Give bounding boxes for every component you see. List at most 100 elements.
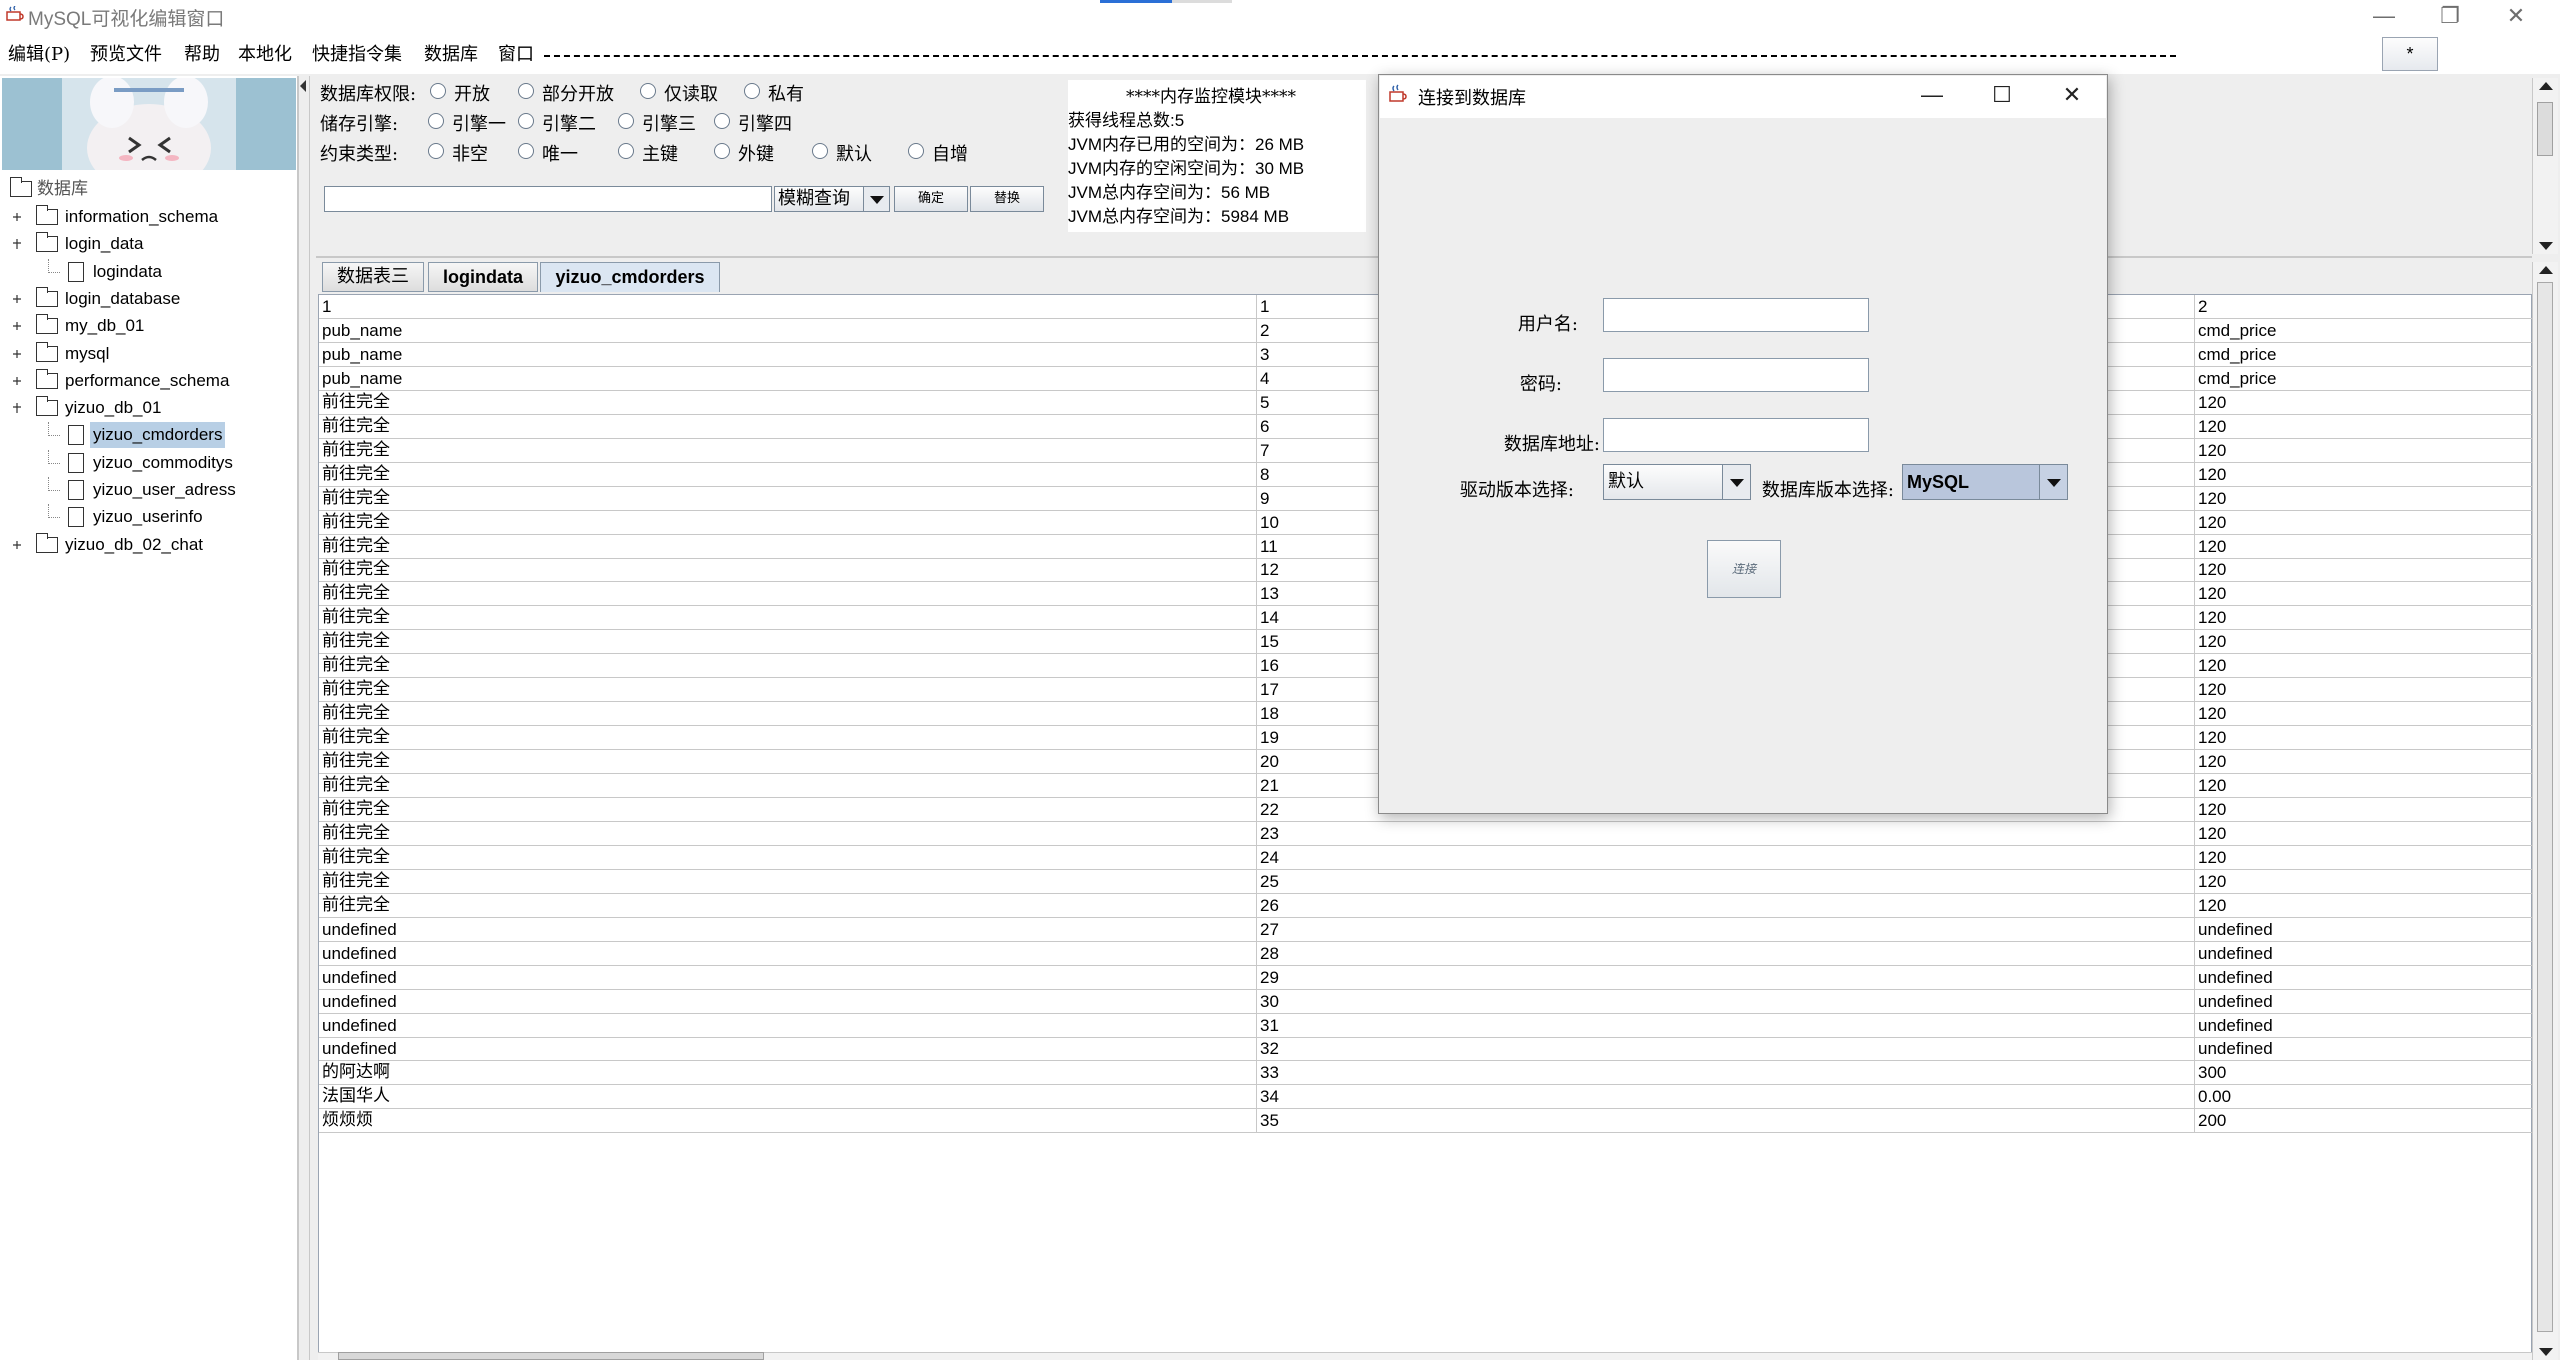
table-cell[interactable]: 前往完全 (319, 846, 1257, 870)
table-cell[interactable]: 120 (2195, 415, 2533, 439)
table-cell[interactable]: 120 (2195, 654, 2533, 678)
permission-radio-4[interactable] (744, 83, 760, 99)
collapsed-handle-icon[interactable] (12, 540, 22, 550)
tree-item-yizuo-commoditys[interactable]: yizuo_commoditys (0, 450, 298, 476)
collapsed-handle-icon[interactable] (12, 321, 22, 331)
minimize-button[interactable]: — (2352, 0, 2416, 34)
table-cell[interactable]: cmd_price (2195, 367, 2533, 391)
constraint-radio-4[interactable] (714, 143, 730, 159)
menu-edit[interactable]: 编辑(P) (8, 40, 70, 66)
tab-yizuo-cmdorders[interactable]: yizuo_cmdorders (540, 262, 720, 292)
table-cell[interactable]: 前往完全 (319, 391, 1257, 415)
table-cell[interactable]: 前往完全 (319, 582, 1257, 606)
tree-item-login-database[interactable]: login_database (0, 286, 298, 312)
permission-radio-3[interactable] (640, 83, 656, 99)
table-cell[interactable]: 120 (2195, 798, 2533, 822)
permission-radio-1[interactable] (430, 83, 446, 99)
table-cell[interactable]: undefined (319, 918, 1257, 942)
horizontal-scroll-thumb[interactable] (338, 1352, 764, 1360)
table-cell[interactable]: undefined (319, 990, 1257, 1014)
replace-button[interactable]: 替换 (970, 186, 1044, 212)
table-cell[interactable]: 前往完全 (319, 630, 1257, 654)
table-cell[interactable]: 120 (2195, 750, 2533, 774)
table-cell[interactable]: 28 (1257, 942, 2195, 966)
constraint-radio-3[interactable] (618, 143, 634, 159)
table-cell[interactable]: 前往完全 (319, 702, 1257, 726)
search-mode-select[interactable]: 模糊查询 (774, 186, 890, 212)
table-row[interactable]: 前往完全 24 120 (319, 846, 2533, 870)
tree-item-yizuo-cmdorders[interactable]: yizuo_cmdorders (0, 422, 298, 448)
table-row[interactable]: 的阿达啊 33 300 (319, 1061, 2533, 1085)
engine-radio-3[interactable] (618, 113, 634, 129)
table-cell[interactable]: 前往完全 (319, 774, 1257, 798)
password-field[interactable] (1603, 358, 1869, 392)
table-cell[interactable]: undefined (2195, 942, 2533, 966)
scroll-up-arrow-icon[interactable] (2533, 78, 2558, 96)
table-cell[interactable]: 120 (2195, 702, 2533, 726)
scroll-up-arrow-icon[interactable] (2533, 262, 2558, 280)
table-cell[interactable]: 前往完全 (319, 678, 1257, 702)
table-cell[interactable]: 前往完全 (319, 415, 1257, 439)
table-row[interactable]: undefined 31 undefined (319, 1014, 2533, 1038)
tree-item-yizuo-userinfo[interactable]: yizuo_userinfo (0, 504, 298, 530)
table-cell[interactable]: 23 (1257, 822, 2195, 846)
table-cell[interactable]: 34 (1257, 1085, 2195, 1109)
scroll-down-arrow-icon[interactable] (2533, 1342, 2558, 1360)
constraint-radio-6[interactable] (908, 143, 924, 159)
tree-item-yizuo-db-02-chat[interactable]: yizuo_db_02_chat (0, 532, 298, 558)
table-cell[interactable]: 29 (1257, 966, 2195, 990)
table-cell[interactable]: 前往完全 (319, 870, 1257, 894)
table-cell[interactable]: 120 (2195, 511, 2533, 535)
table-cell[interactable]: 120 (2195, 439, 2533, 463)
menu-database[interactable]: 数据库 (424, 40, 478, 66)
table-cell[interactable]: 120 (2195, 463, 2533, 487)
scroll-thumb[interactable] (2537, 282, 2553, 1332)
table-cell[interactable]: cmd_price (2195, 343, 2533, 367)
tab-logindata[interactable]: logindata (428, 262, 538, 292)
table-cell[interactable]: cmd_price (2195, 319, 2533, 343)
collapsed-handle-icon[interactable] (12, 349, 22, 359)
tree-item-performance-schema[interactable]: performance_schema (0, 368, 298, 394)
menu-localize[interactable]: 本地化 (238, 40, 292, 66)
table-cell[interactable]: 的阿达啊 (319, 1061, 1257, 1085)
tree-item-logindata[interactable]: logindata (0, 259, 298, 285)
table-cell[interactable]: 120 (2195, 846, 2533, 870)
table-row[interactable]: undefined 32 undefined (319, 1037, 2533, 1061)
table-row[interactable]: 前往完全 25 120 (319, 870, 2533, 894)
table-cell[interactable]: 烦烦烦 (319, 1109, 1257, 1133)
dialog-close-button[interactable]: ✕ (2052, 80, 2092, 112)
table-row[interactable]: undefined 30 undefined (319, 990, 2533, 1014)
table-cell[interactable]: 30 (1257, 990, 2195, 1014)
table-row[interactable]: undefined 28 undefined (319, 942, 2533, 966)
table-row[interactable]: 法国华人 34 0.00 (319, 1085, 2533, 1109)
table-cell[interactable]: 120 (2195, 535, 2533, 559)
table-row[interactable]: 前往完全 26 120 (319, 894, 2533, 918)
table-cell[interactable]: 120 (2195, 894, 2533, 918)
table-cell[interactable]: 前往完全 (319, 750, 1257, 774)
table-cell[interactable]: undefined (319, 1037, 1257, 1061)
table-cell[interactable]: 120 (2195, 630, 2533, 654)
table-cell[interactable]: 120 (2195, 870, 2533, 894)
table-cell[interactable]: 前往完全 (319, 654, 1257, 678)
table-cell[interactable]: 32 (1257, 1037, 2195, 1061)
table-cell[interactable]: 1 (319, 295, 1257, 319)
table-cell[interactable]: 300 (2195, 1061, 2533, 1085)
table-cell[interactable]: undefined (2195, 966, 2533, 990)
table-row[interactable]: undefined 27 undefined (319, 918, 2533, 942)
table-vertical-scrollbar[interactable] (2532, 262, 2558, 1360)
table-cell[interactable]: undefined (2195, 1037, 2533, 1061)
permission-radio-2[interactable] (518, 83, 534, 99)
table-cell[interactable]: 120 (2195, 606, 2533, 630)
address-field[interactable] (1603, 418, 1869, 452)
restore-button[interactable]: ❐ (2418, 0, 2482, 34)
expanded-handle-icon[interactable] (12, 403, 22, 413)
table-cell[interactable]: 前往完全 (319, 463, 1257, 487)
table-cell[interactable]: 前往完全 (319, 558, 1257, 582)
table-cell[interactable]: undefined (319, 942, 1257, 966)
table-cell[interactable]: 25 (1257, 870, 2195, 894)
menu-preview-file[interactable]: 预览文件 (90, 40, 162, 66)
table-cell[interactable]: 33 (1257, 1061, 2195, 1085)
table-cell[interactable]: 35 (1257, 1109, 2195, 1133)
table-cell[interactable]: 120 (2195, 391, 2533, 415)
tab-table-three[interactable]: 数据表三 (322, 262, 424, 292)
